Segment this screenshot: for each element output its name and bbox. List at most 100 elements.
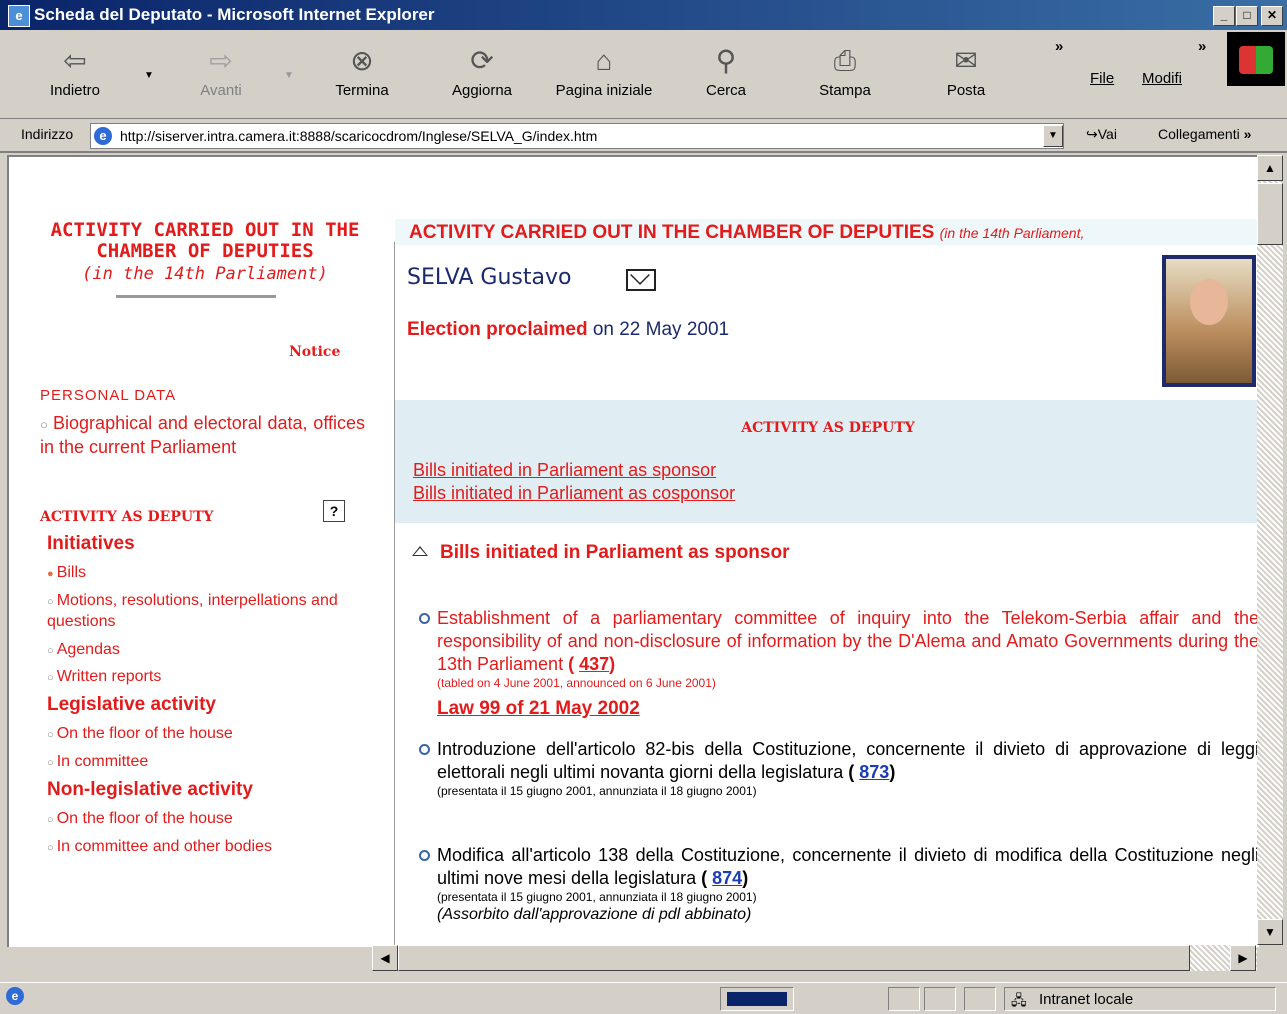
bill-number-link[interactable]: 437	[579, 654, 609, 674]
search-button[interactable]: ⚲ Cerca	[694, 42, 758, 99]
left-nav-divider	[116, 295, 276, 298]
scroll-left-icon[interactable]: ◀	[372, 945, 398, 971]
forward-button[interactable]: ⇨ Avanti	[186, 42, 256, 99]
print-button[interactable]: ⎙ Stampa	[808, 42, 882, 99]
content-header-sub: (in the 14th Parliament,	[939, 225, 1085, 241]
bullet-icon: ○	[47, 672, 57, 684]
window-title-bar[interactable]: e Scheda del Deputato - Microsoft Intern…	[0, 0, 1287, 30]
bullet-icon: ○	[47, 814, 57, 826]
nav-nonleg-floor[interactable]: ○ On the floor of the house	[47, 809, 233, 830]
menu-file[interactable]: File	[1090, 70, 1114, 87]
close-button[interactable]: ✕	[1261, 6, 1283, 26]
nav-leg-committee[interactable]: ○ In committee	[47, 752, 148, 773]
deputy-photo	[1162, 255, 1256, 387]
bullet-icon: ○	[47, 757, 57, 769]
law-link[interactable]: Law 99 of 21 May 2002	[437, 698, 640, 720]
nav-leg-floor[interactable]: ○ On the floor of the house	[47, 724, 233, 745]
vertical-scrollbar[interactable]: ▲ ▼	[1257, 155, 1283, 945]
back-button[interactable]: ⇦ Indietro	[40, 42, 110, 99]
links-button[interactable]: Collegamenti »	[1158, 126, 1251, 142]
go-button[interactable]: ↪Vai	[1086, 126, 1117, 143]
help-button[interactable]: ?	[323, 500, 345, 522]
nav-motions[interactable]: ○ Motions, resolutions, interpellations …	[47, 591, 367, 632]
stop-icon: ⊗	[350, 45, 374, 76]
intranet-icon: 🖧	[1011, 992, 1027, 1008]
go-arrow-icon: ↪	[1086, 126, 1098, 142]
scroll-thumb[interactable]	[1257, 183, 1283, 245]
horizontal-scroll-thumb[interactable]	[398, 945, 1190, 971]
ie-logo-icon: e	[8, 5, 30, 27]
sponsor-link[interactable]: Bills initiated in Parliament as sponsor	[413, 460, 716, 481]
horizontal-scrollbar[interactable]: ◀ ▶	[372, 945, 1257, 971]
deputy-name: SELVA Gustavo	[407, 265, 572, 290]
scroll-up-icon[interactable]: ▲	[1257, 155, 1283, 181]
windows-logo	[1227, 32, 1285, 86]
bill-note: (tabled on 4 June 2001, announced on 6 J…	[437, 676, 716, 690]
bill-number-link[interactable]: 873	[859, 762, 889, 782]
bullet-icon	[419, 613, 430, 624]
mail-button[interactable]: ✉ Posta	[932, 42, 1000, 99]
address-bar: Indirizzo e http://siserver.intra.camera…	[0, 119, 1287, 153]
nav-bills[interactable]: ● Bills	[47, 563, 86, 584]
bullet-icon	[419, 850, 430, 861]
bill-item: Establishment of a parliamentary committ…	[419, 607, 1259, 691]
bio-data-link[interactable]: ○ Biographical and electoral data, offic…	[40, 412, 365, 459]
maximize-button[interactable]: □	[1236, 6, 1258, 26]
forward-dropdown-icon[interactable]: ▼	[284, 70, 294, 81]
zone-cell: 🖧 Intranet locale	[1004, 987, 1276, 1011]
forward-arrow-icon: ⇨	[209, 45, 233, 76]
address-dropdown-icon[interactable]: ▼	[1043, 125, 1063, 147]
scroll-right-icon[interactable]: ▶	[1230, 945, 1256, 971]
back-dropdown-icon[interactable]: ▼	[144, 70, 154, 81]
activity-box: ACTIVITY AS DEPUTY Bills initiated in Pa…	[395, 400, 1259, 523]
content-panel	[394, 242, 1259, 947]
home-button[interactable]: ⌂ Pagina iniziale	[545, 42, 663, 99]
refresh-button[interactable]: ⟳ Aggiorna	[442, 42, 522, 99]
search-icon: ⚲	[715, 45, 737, 76]
cosponsor-link[interactable]: Bills initiated in Parliament as cospons…	[413, 483, 735, 504]
stop-button[interactable]: ⊗ Termina	[325, 42, 399, 99]
notice-link[interactable]: Notice	[289, 344, 340, 360]
bill-note: (presentata il 15 giugno 2001, annunziat…	[437, 784, 757, 798]
address-input[interactable]: e http://siserver.intra.camera.it:8888/s…	[90, 123, 1064, 149]
toolbar: ⇦ Indietro ▼ ⇨ Avanti ▼ ⊗ Termina ⟳ Aggiorna…	[0, 30, 1287, 119]
bullet-icon: ○	[47, 842, 57, 854]
bullet-icon: ○	[47, 645, 57, 657]
menu-overflow-chevron[interactable]: »	[1198, 38, 1206, 55]
windows-flag-icon	[1239, 46, 1273, 74]
minimize-button[interactable]: _	[1213, 6, 1235, 26]
toolbar-overflow-chevron[interactable]: »	[1055, 38, 1063, 55]
printer-icon: ⎙	[833, 45, 857, 76]
zone-label: Intranet locale	[1039, 991, 1134, 1008]
legislative-heading: Legislative activity	[47, 694, 216, 715]
bill-item: Modifica all'articolo 138 della Costituz…	[419, 844, 1259, 925]
nav-nonleg-committee[interactable]: ○ In committee and other bodies	[47, 837, 272, 858]
election-label: Election proclaimed	[407, 319, 588, 340]
election-date: on 22 May 2001	[592, 319, 730, 340]
activity-as-deputy-heading: ACTIVITY AS DEPUTY	[40, 509, 214, 525]
email-icon[interactable]	[626, 269, 656, 291]
bill-number-link[interactable]: 874	[712, 868, 742, 888]
sponsor-section-heading: Bills initiated in Parliament as sponsor	[412, 542, 789, 564]
scroll-down-icon[interactable]: ▼	[1257, 919, 1283, 945]
activity-box-title: ACTIVITY AS DEPUTY	[741, 420, 915, 436]
left-nav-subheading: (in the 14th Parliament)	[82, 264, 328, 284]
address-label: Indirizzo	[21, 126, 74, 142]
page-icon: e	[94, 127, 112, 145]
progress-cell	[720, 987, 794, 1011]
bill-status: (Assorbito dall'approvazione di pdl abbi…	[437, 906, 752, 923]
status-bar: e 🖧 Intranet locale	[0, 982, 1287, 1012]
nav-written-reports[interactable]: ○ Written reports	[47, 667, 161, 688]
status-cell	[888, 987, 920, 1011]
bill-item: Introduzione dell'articolo 82-bis della …	[419, 738, 1259, 799]
back-to-top-icon[interactable]	[412, 546, 428, 556]
menu-edit[interactable]: Modifi	[1142, 70, 1182, 87]
page-viewport: ACTIVITY CARRIED OUT IN THE CHAMBER OF D…	[7, 155, 1259, 947]
nav-agendas[interactable]: ○ Agendas	[47, 640, 120, 661]
bullet-icon: ○	[40, 417, 54, 432]
election-info: Election proclaimed on 22 May 2001	[407, 319, 729, 341]
mail-icon: ✉	[954, 45, 978, 76]
initiatives-heading: Initiatives	[47, 533, 135, 554]
bullet-icon	[419, 744, 430, 755]
nonlegislative-heading: Non-legislative activity	[47, 779, 253, 800]
